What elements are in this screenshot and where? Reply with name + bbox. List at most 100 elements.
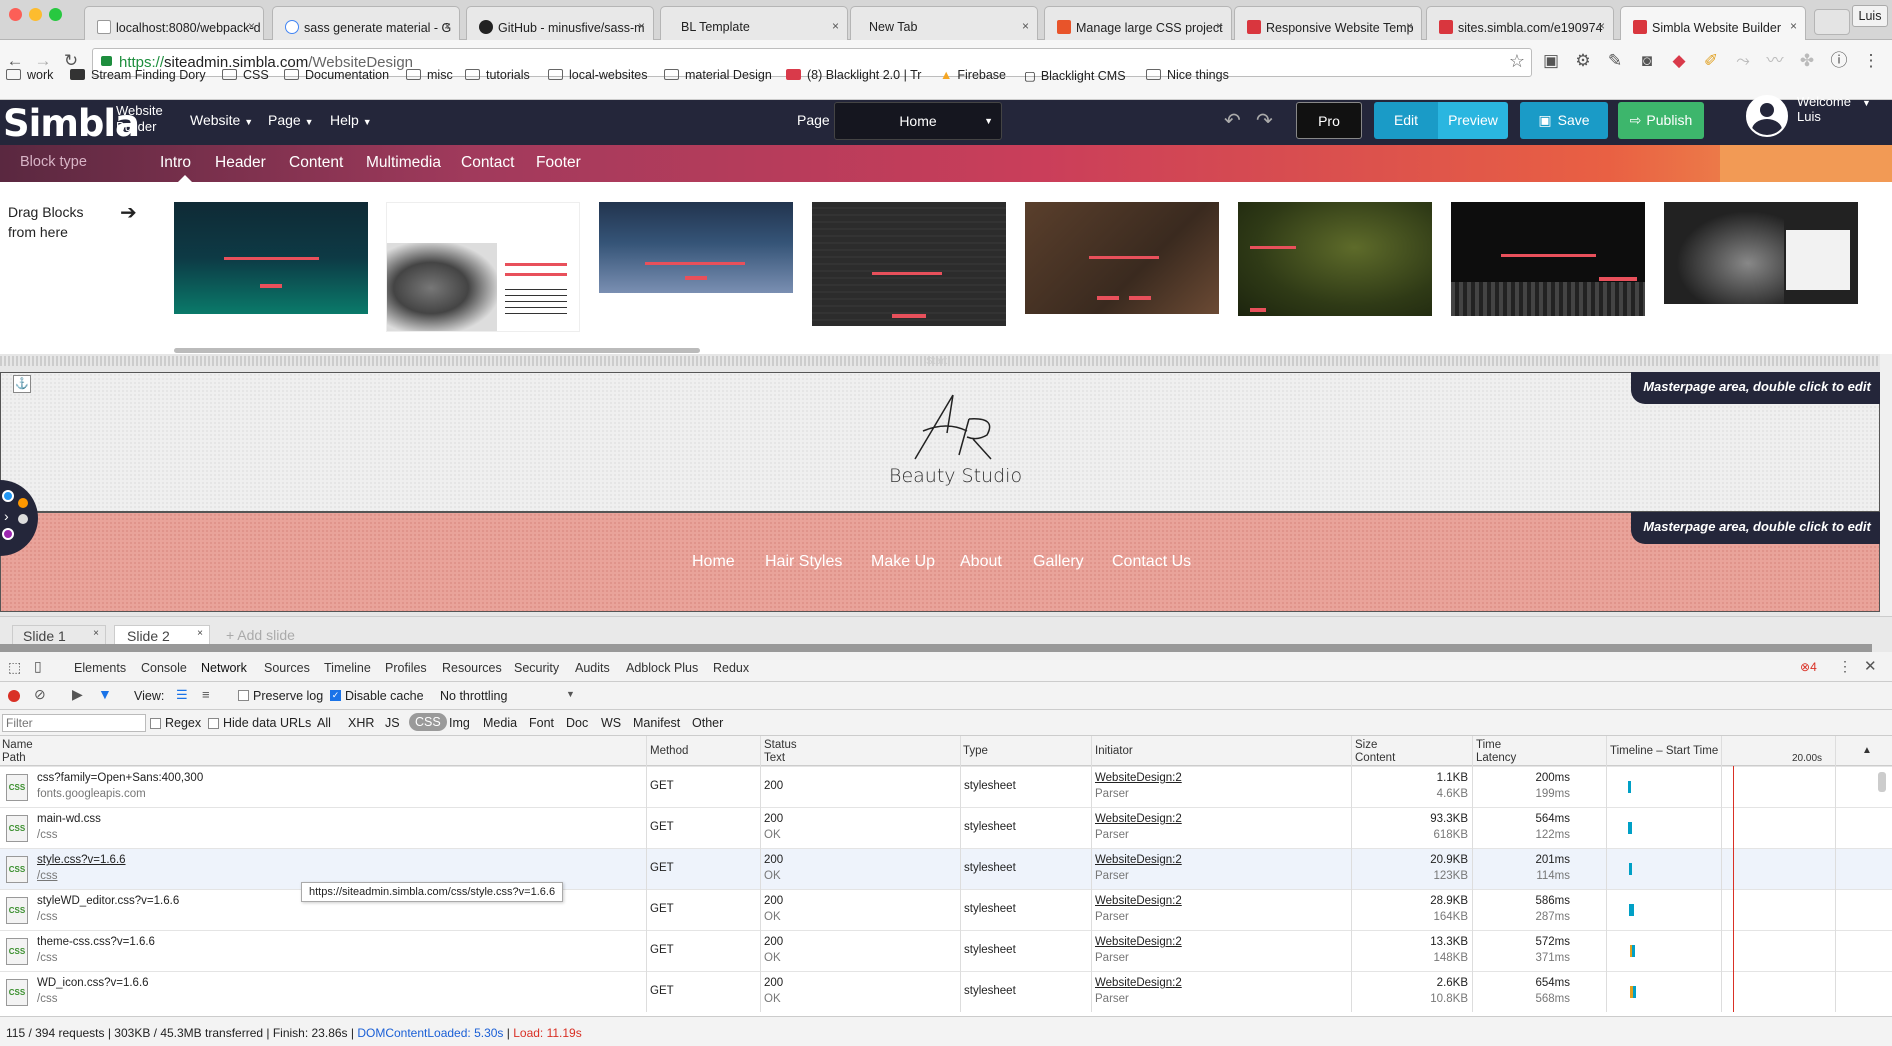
filter-type-css[interactable]: CSS bbox=[409, 713, 447, 731]
bookmark-folder[interactable]: Documentation bbox=[284, 68, 389, 82]
browser-tab-active[interactable]: Simbla Website Builder × bbox=[1620, 6, 1806, 40]
request-initiator[interactable]: WebsiteDesign:2 bbox=[1095, 936, 1182, 948]
welcome-user[interactable]: Welcome Luis bbox=[1797, 94, 1851, 124]
block-thumbnail[interactable] bbox=[599, 202, 793, 293]
browser-tab[interactable]: GitHub - minusfive/sass-m × bbox=[466, 6, 654, 40]
gear-icon[interactable]: ⚙ bbox=[1572, 50, 1594, 72]
close-tab-icon[interactable]: × bbox=[248, 19, 255, 33]
more-options-icon[interactable]: ⋮ bbox=[1838, 658, 1852, 675]
table-row[interactable]: CSS css?family=Open+Sans:400,300 fonts.g… bbox=[0, 766, 1892, 807]
bookmark-folder[interactable]: local-websites bbox=[548, 68, 648, 82]
pocket-icon[interactable]: ◆ bbox=[1668, 50, 1690, 72]
masterpage-badge[interactable]: Masterpage area, double click to edit bbox=[1631, 512, 1883, 544]
devtools-tab-sources[interactable]: Sources bbox=[264, 661, 310, 675]
masterpage-badge[interactable]: Masterpage area, double click to edit bbox=[1631, 372, 1883, 404]
canvas-scrollbar[interactable] bbox=[1880, 354, 1892, 616]
block-tab-footer[interactable]: Footer bbox=[536, 154, 581, 172]
request-initiator[interactable]: WebsiteDesign:2 bbox=[1095, 772, 1182, 784]
devtools-tab-resources[interactable]: Resources bbox=[442, 661, 502, 675]
pro-button[interactable]: Pro bbox=[1296, 102, 1362, 139]
extension-icon[interactable]: ⤳ bbox=[1732, 50, 1754, 72]
disable-cache-checkbox[interactable]: ✓ bbox=[330, 690, 341, 701]
palette-swatch[interactable] bbox=[2, 490, 14, 502]
camera-icon[interactable]: ◙ bbox=[1636, 50, 1658, 72]
puzzle-extension-icon[interactable]: ✤ bbox=[1796, 50, 1818, 72]
masterpage-header-area[interactable]: ⚓ Beauty Studio Masterpage area, double … bbox=[0, 372, 1883, 512]
devtools-tab-security[interactable]: Security bbox=[514, 661, 559, 675]
block-tab-header[interactable]: Header bbox=[215, 154, 266, 172]
pencil-extension-icon[interactable]: ✐ bbox=[1700, 50, 1722, 72]
devtools-tab-redux[interactable]: Redux bbox=[713, 661, 749, 675]
table-row[interactable]: CSS main-wd.css /css GET 200 OK styleshe… bbox=[0, 807, 1892, 848]
block-thumbnail[interactable] bbox=[1238, 202, 1432, 316]
preview-button[interactable]: Preview bbox=[1438, 102, 1508, 139]
menu-icon[interactable]: ⋮ bbox=[1860, 50, 1882, 72]
site-nav-hair-styles[interactable]: Hair Styles bbox=[765, 553, 842, 571]
filter-type-font[interactable]: Font bbox=[529, 716, 554, 730]
website-menu[interactable]: Website ▼ bbox=[190, 112, 253, 128]
page-menu[interactable]: Page ▼ bbox=[268, 112, 314, 128]
close-devtools-icon[interactable]: ✕ bbox=[1864, 657, 1877, 675]
table-row-selected[interactable]: CSS style.css?v=1.6.6 /css GET 200 OK st… bbox=[0, 848, 1892, 889]
caret-down-icon[interactable]: ▼ bbox=[1862, 98, 1871, 108]
slides-scrollbar[interactable] bbox=[0, 644, 1872, 652]
bookmark-folder[interactable]: Nice things bbox=[1146, 68, 1229, 82]
table-row[interactable]: CSS WD_icon.css?v=1.6.6 /css GET 200 OK … bbox=[0, 971, 1892, 1012]
bookmark-folder[interactable]: tutorials bbox=[465, 68, 530, 82]
bookmark-folder[interactable]: work bbox=[6, 68, 53, 82]
table-scrollbar[interactable] bbox=[1878, 772, 1886, 792]
bookmark-link[interactable]: (8) Blacklight 2.0 | Tr bbox=[786, 68, 921, 82]
overview-icon[interactable]: ≡ bbox=[202, 687, 210, 702]
close-tab-icon[interactable]: × bbox=[1216, 19, 1223, 33]
table-row[interactable]: CSS theme-css.css?v=1.6.6 /css GET 200 O… bbox=[0, 930, 1892, 971]
bookmark-link[interactable]: Stream Finding Dory bbox=[70, 68, 206, 82]
site-nav-make-up[interactable]: Make Up bbox=[871, 553, 935, 571]
col-header-size[interactable]: Size Content bbox=[1355, 739, 1395, 765]
block-tab-contact[interactable]: Contact bbox=[461, 154, 514, 172]
close-tab-icon[interactable]: × bbox=[1790, 19, 1797, 33]
devtools-tab-profiles[interactable]: Profiles bbox=[385, 661, 427, 675]
page-select[interactable]: Home ▼ bbox=[834, 102, 1002, 140]
col-header-status[interactable]: Status Text bbox=[764, 739, 797, 765]
col-header-type[interactable]: Type bbox=[963, 745, 988, 758]
redo-icon[interactable]: ↷ bbox=[1256, 108, 1273, 133]
minimize-window-icon[interactable] bbox=[29, 8, 42, 21]
col-header-method[interactable]: Method bbox=[650, 745, 688, 758]
extension-jb-icon[interactable]: ▣ bbox=[1540, 50, 1562, 72]
block-tab-content[interactable]: Content bbox=[289, 154, 343, 172]
regex-checkbox[interactable] bbox=[150, 718, 161, 729]
devtools-tab-console[interactable]: Console bbox=[141, 661, 187, 675]
undo-icon[interactable]: ↶ bbox=[1224, 108, 1241, 133]
devtools-tab-network[interactable]: Network bbox=[201, 661, 247, 675]
save-button[interactable]: ▣ Save bbox=[1520, 102, 1608, 139]
filter-type-other[interactable]: Other bbox=[692, 716, 723, 730]
browser-tab[interactable]: BL Template × bbox=[660, 6, 848, 40]
bookmark-link[interactable]: ▲ Firebase bbox=[940, 68, 1006, 82]
filter-type-media[interactable]: Media bbox=[483, 716, 517, 730]
palette-swatch[interactable] bbox=[2, 528, 14, 540]
block-thumbnail[interactable] bbox=[1664, 202, 1858, 304]
bookmark-folder[interactable]: material Design bbox=[664, 68, 772, 82]
block-thumbnail[interactable] bbox=[812, 202, 1006, 326]
eyedropper-icon[interactable]: ✎ bbox=[1604, 50, 1626, 72]
blocks-scrollbar[interactable] bbox=[174, 348, 700, 353]
close-tab-icon[interactable]: × bbox=[1598, 19, 1605, 33]
filter-type-doc[interactable]: Doc bbox=[566, 716, 588, 730]
browser-tab[interactable]: localhost:8080/webpack-d × bbox=[84, 6, 264, 40]
record-icon[interactable] bbox=[8, 690, 20, 702]
browser-tab[interactable]: Manage large CSS project × bbox=[1044, 6, 1232, 40]
bookmark-star-icon[interactable]: ☆ bbox=[1509, 51, 1525, 72]
help-menu[interactable]: Help ▼ bbox=[330, 112, 372, 128]
site-nav-gallery[interactable]: Gallery bbox=[1033, 553, 1084, 571]
hide-data-urls-checkbox[interactable] bbox=[208, 718, 219, 729]
large-rows-icon[interactable]: ☰ bbox=[176, 687, 188, 703]
filter-input[interactable] bbox=[2, 714, 146, 732]
avatar[interactable] bbox=[1746, 95, 1788, 137]
block-thumbnail[interactable] bbox=[1025, 202, 1219, 314]
devtools-tab-audits[interactable]: Audits bbox=[575, 661, 610, 675]
request-initiator[interactable]: WebsiteDesign:2 bbox=[1095, 895, 1182, 907]
request-initiator[interactable]: WebsiteDesign:2 bbox=[1095, 813, 1182, 825]
devtools-tab-timeline[interactable]: Timeline bbox=[324, 661, 371, 675]
close-tab-icon[interactable]: × bbox=[1022, 19, 1029, 33]
masterpage-nav-area[interactable]: Home Hair Styles Make Up About Gallery C… bbox=[0, 512, 1883, 612]
